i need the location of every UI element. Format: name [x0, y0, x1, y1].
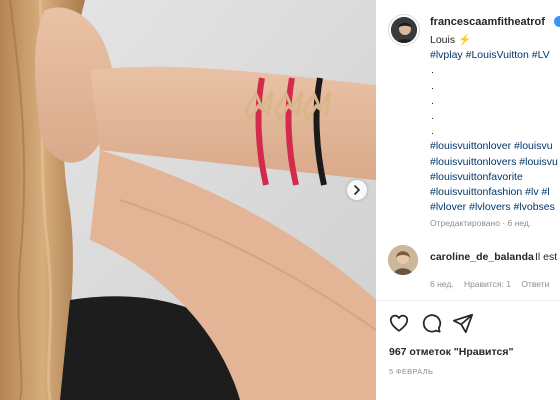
caption-dot: . — [431, 125, 434, 138]
author-avatar[interactable] — [388, 14, 420, 46]
caption-dot: . — [431, 94, 434, 107]
post-details-panel: francescaamfitheatrof Louis ⚡ #lvplay #L… — [376, 0, 560, 400]
caption-dot: . — [431, 110, 434, 123]
comment-button[interactable] — [420, 312, 442, 334]
comment-username[interactable]: caroline_de_balanda — [430, 251, 534, 263]
likes-count[interactable]: 967 отметок "Нравится" — [389, 346, 513, 358]
avatar-image — [391, 17, 417, 43]
edited-timestamp: Отредактировано · 6 нед. — [430, 218, 532, 228]
paper-plane-icon — [452, 313, 474, 334]
post-photo[interactable] — [0, 0, 376, 400]
comment-icon — [422, 314, 442, 333]
lightning-emoji-icon: ⚡ — [458, 34, 472, 46]
caption-dot: . — [431, 64, 434, 77]
comment-likes[interactable]: Нравится: 1 — [464, 279, 511, 289]
hashtag-line[interactable]: #lvlover #lvlovers #lvobses — [430, 200, 560, 215]
comment-meta: 6 нед. Нравится: 1 Ответи — [430, 279, 557, 289]
hashtag-line[interactable]: #louisvuittonlover #louisvu — [430, 139, 560, 154]
commenter-avatar[interactable] — [388, 245, 418, 275]
hashtag-line[interactable]: #louisvuittonfashion #lv #l — [430, 185, 560, 200]
post-caption: Louis ⚡ #lvplay #LouisVuitton #LV . . . … — [430, 33, 560, 215]
next-photo-button[interactable] — [347, 180, 367, 200]
comment-text: Il est — [535, 251, 558, 263]
hashtag-line[interactable]: #louisvuittonfavorite — [430, 170, 560, 185]
divider — [376, 300, 560, 301]
like-button[interactable] — [388, 312, 410, 334]
comment-reply-button[interactable]: Ответи — [521, 279, 549, 289]
caption-dot: . — [431, 79, 434, 92]
hashtag-line[interactable]: #lvplay #LouisVuitton #LV — [430, 48, 560, 63]
hashtag-line[interactable]: #louisvuittonlovers #louisvu — [430, 155, 560, 170]
commenter-avatar-image — [388, 245, 418, 275]
author-username[interactable]: francescaamfitheatrof — [430, 16, 545, 28]
comment-time[interactable]: 6 нед. — [430, 279, 454, 289]
bracelet-photo-image — [0, 0, 376, 400]
verified-badge-icon — [554, 16, 560, 27]
chevron-right-icon — [354, 185, 360, 195]
share-button[interactable] — [452, 312, 474, 334]
post-date[interactable]: 5 ФЕВРАЛЬ — [389, 367, 433, 376]
caption-first-line: Louis ⚡ — [430, 33, 560, 48]
caption-title: Louis — [430, 34, 456, 46]
heart-icon — [389, 314, 409, 332]
